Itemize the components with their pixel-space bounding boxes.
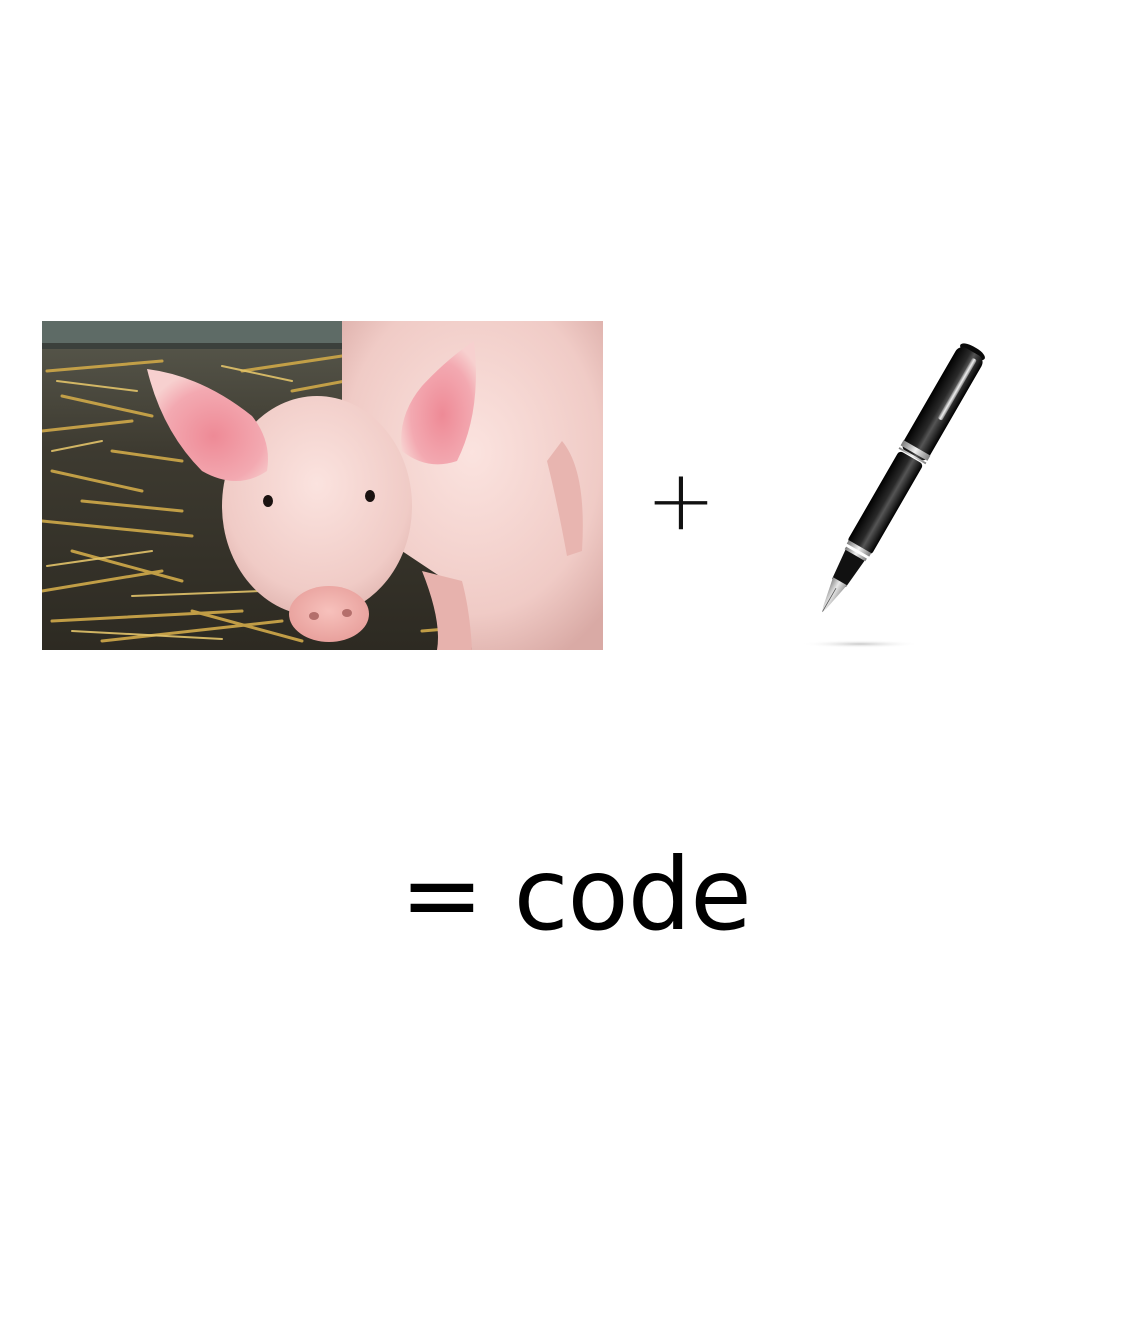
pig-photo [42, 321, 603, 650]
plus-sign: + [645, 451, 717, 549]
fountain-pen-image [795, 318, 995, 653]
equation-result-text: = code [400, 836, 752, 953]
